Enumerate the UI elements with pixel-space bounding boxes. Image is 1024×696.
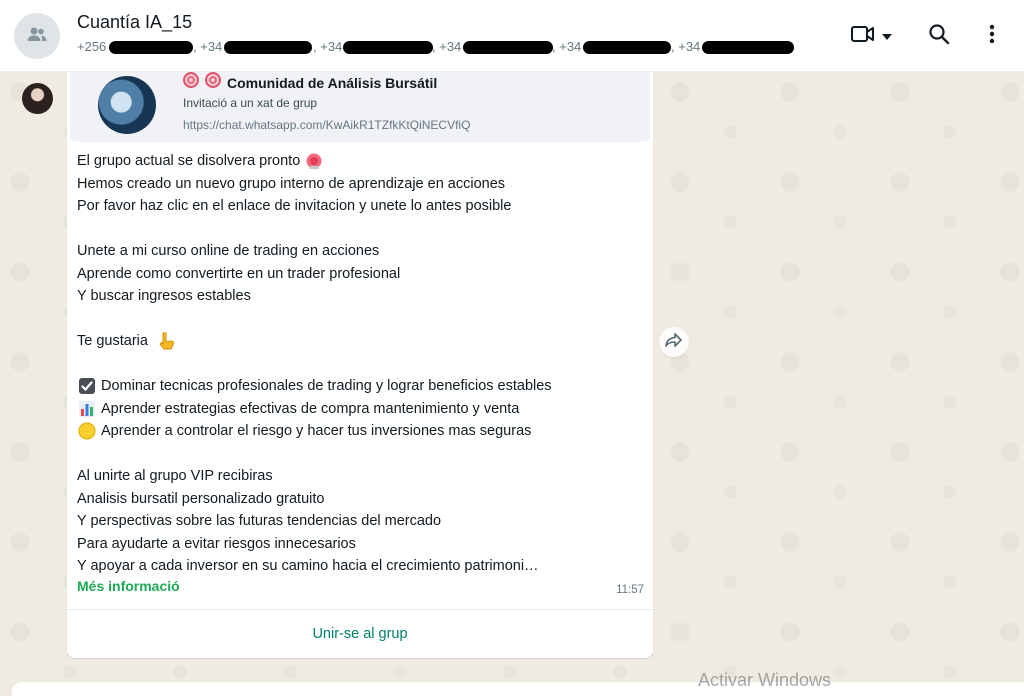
message-line-text: Aprender a controlar el riesgo y hacer t… xyxy=(101,423,532,439)
search-button[interactable] xyxy=(924,22,954,50)
message-line-text: Al unirte al grupo VIP recibiras xyxy=(77,468,273,484)
compose-bar[interactable] xyxy=(12,682,1024,696)
message-timestamp: 11:57 xyxy=(616,584,644,596)
message-line-text: Por favor haz clic en el enlace de invit… xyxy=(77,198,512,214)
participant-number: +256 xyxy=(77,39,107,54)
menu-button[interactable] xyxy=(980,22,1004,50)
message-line-text: Analisis bursatil personalizado gratuito xyxy=(77,490,325,507)
redaction-bar xyxy=(343,41,433,54)
chat-header[interactable]: Cuantía IA_15 +256 , +34 , +34 , +34 , +… xyxy=(0,0,1024,72)
chevron-down-icon xyxy=(882,27,892,45)
participant-list: +256 , +34 , +34 , +34 , +34 , +34 xyxy=(77,38,807,58)
preview-title: Comunidad de Análisis Bursátil xyxy=(183,72,437,93)
forward-icon xyxy=(665,332,683,352)
message-line: Y perspectivas sobre las futuras tendenc… xyxy=(77,510,637,533)
message-line-text: Para ayudarte a evitar riesgos innecesar… xyxy=(77,535,356,552)
link-preview[interactable]: Comunidad de Análisis Bursátil Invitació… xyxy=(70,72,650,142)
lollipop-icon xyxy=(181,72,225,93)
group-name[interactable]: Cuantía IA_15 xyxy=(77,12,192,33)
message-line: Y buscar ingresos estables xyxy=(77,285,637,308)
sender-avatar[interactable] xyxy=(22,83,53,114)
message-line-text: Aprender estrategias efectivas de compra… xyxy=(101,400,520,417)
participant-number: , +34 xyxy=(671,39,701,54)
message-line-text: Y perspectivas sobre las futuras tendenc… xyxy=(77,513,442,529)
group-avatar[interactable] xyxy=(14,13,60,59)
message-line-text: Unete a mi curso online de trading en ac… xyxy=(77,243,380,259)
preview-description: Invitació a un xat de grup xyxy=(183,96,318,110)
message-line-text: Aprende como convertirte en un trader pr… xyxy=(77,265,401,282)
participant-number: , +34 xyxy=(432,39,462,54)
message-text: El grupo actual se disolvera pronto Hemo… xyxy=(77,150,637,578)
redaction-bar xyxy=(702,41,794,54)
redaction-bar xyxy=(583,41,671,54)
forward-button[interactable] xyxy=(659,327,689,357)
message-line: Aprender a controlar el riesgo y hacer t… xyxy=(77,420,637,443)
message-line-text: Y apoyar a cada inversor en su camino ha… xyxy=(77,558,539,574)
yellow-circle-icon xyxy=(77,422,97,440)
redaction-bar xyxy=(224,41,312,54)
message-line: Unete a mi curso online de trading en ac… xyxy=(77,240,637,263)
windows-activation-watermark: Activar Windows xyxy=(698,670,832,690)
message-line-text: Te gustaria xyxy=(77,333,148,349)
message-line: Hemos creado un nuevo grupo interno de a… xyxy=(77,173,637,196)
pointing-down-icon xyxy=(156,332,176,350)
message-line-text: Hemos creado un nuevo grupo interno de a… xyxy=(77,175,506,192)
message-line: Aprende como convertirte en un trader pr… xyxy=(77,263,637,286)
message-line: Al unirte al grupo VIP recibiras xyxy=(77,465,637,488)
search-icon xyxy=(928,23,950,50)
message-line-text: Y buscar ingresos estables xyxy=(77,288,251,304)
message-line: Dominar tecnicas profesionales de tradin… xyxy=(77,375,637,398)
message-line-text: Dominar tecnicas profesionales de tradin… xyxy=(101,378,552,394)
message-line: Analisis bursatil personalizado gratuito xyxy=(77,488,637,511)
menu-icon xyxy=(989,24,995,49)
group-avatar-icon xyxy=(25,22,49,51)
preview-title-text: Comunidad de Análisis Bursátil xyxy=(227,74,438,91)
siren-icon xyxy=(304,152,324,170)
bar-chart-icon xyxy=(77,400,97,418)
participant-number: , +34 xyxy=(552,39,582,54)
preview-url[interactable]: https://chat.whatsapp.com/KwAikR1TZfkKtQ… xyxy=(183,118,470,132)
video-call-icon xyxy=(850,24,876,49)
preview-thumbnail xyxy=(98,76,156,134)
read-more-link[interactable]: Més informació xyxy=(77,578,180,594)
redaction-bar xyxy=(109,41,193,54)
participant-number: , +34 xyxy=(193,39,223,54)
participant-number: , +34 xyxy=(313,39,343,54)
message-line: Y apoyar a cada inversor en su camino ha… xyxy=(77,555,637,578)
message-line: El grupo actual se disolvera pronto xyxy=(77,150,637,173)
message-line-text: El grupo actual se disolvera pronto xyxy=(77,153,301,169)
checkbox-icon xyxy=(77,377,97,395)
join-group-button[interactable]: Unir-se al grup xyxy=(67,610,653,658)
message-line: Aprender estrategias efectivas de compra… xyxy=(77,398,637,421)
message-bubble: Comunidad de Análisis Bursátil Invitació… xyxy=(67,72,653,658)
redaction-bar xyxy=(463,41,553,54)
message-line: Te gustaria xyxy=(77,330,637,353)
message-line: Para ayudarte a evitar riesgos innecesar… xyxy=(77,533,637,556)
video-call-button[interactable] xyxy=(846,22,896,50)
message-line: Por favor haz clic en el enlace de invit… xyxy=(77,195,637,218)
